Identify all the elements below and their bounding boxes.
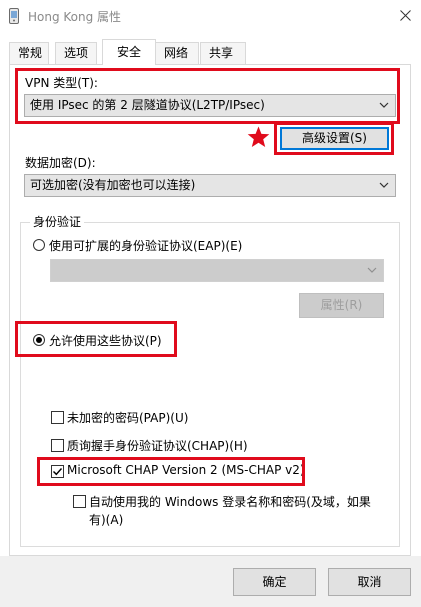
authentication-group-title: 身份验证 — [30, 213, 85, 230]
chevron-down-icon — [379, 182, 389, 188]
tab-options[interactable]: 选项 — [55, 42, 97, 64]
tab-networking[interactable]: 网络 — [155, 42, 199, 64]
cancel-button[interactable]: 取消 — [328, 568, 411, 596]
encryption-value: 可选加密(没有加密也可以连接) — [30, 178, 196, 192]
eap-radio-label[interactable]: 使用可扩展的身份验证协议(EAP)(E) — [49, 237, 242, 254]
eap-radio[interactable] — [33, 239, 45, 251]
auto-windows-login-label-line2[interactable]: 有)(A) — [89, 511, 123, 528]
allow-protocols-highlight — [15, 321, 177, 357]
window-title: Hong Kong 属性 — [28, 10, 122, 24]
encryption-label: 数据加密(D): — [25, 156, 96, 170]
advanced-settings-highlight — [274, 122, 394, 155]
ok-button[interactable]: 确定 — [233, 568, 316, 596]
chevron-down-icon — [367, 267, 377, 273]
properties-button[interactable]: 属性(R) — [299, 293, 384, 318]
phone-icon — [9, 8, 19, 24]
title-bar: Hong Kong 属性 — [0, 0, 421, 32]
chap-label[interactable]: 质询握手身份验证协议(CHAP)(H) — [67, 437, 248, 454]
auto-windows-login-checkbox[interactable] — [73, 495, 86, 508]
pap-label[interactable]: 未加密的密码(PAP)(U) — [67, 409, 188, 426]
auto-windows-login-label-line1[interactable]: 自动使用我的 Windows 登录名称和密码(及域，如果 — [89, 493, 371, 510]
mschapv2-highlight — [37, 457, 305, 486]
encryption-select[interactable]: 可选加密(没有加密也可以连接) — [24, 174, 396, 197]
close-icon — [399, 9, 411, 21]
chap-checkbox[interactable] — [51, 439, 64, 452]
star-icon — [247, 126, 270, 147]
tab-security[interactable]: 安全 — [102, 39, 156, 65]
vpn-type-highlight — [15, 68, 400, 124]
tab-general[interactable]: 常规 — [9, 42, 49, 64]
eap-select[interactable] — [50, 259, 384, 282]
close-button[interactable] — [392, 2, 418, 28]
pap-checkbox[interactable] — [51, 411, 64, 424]
tab-sharing[interactable]: 共享 — [200, 42, 246, 64]
